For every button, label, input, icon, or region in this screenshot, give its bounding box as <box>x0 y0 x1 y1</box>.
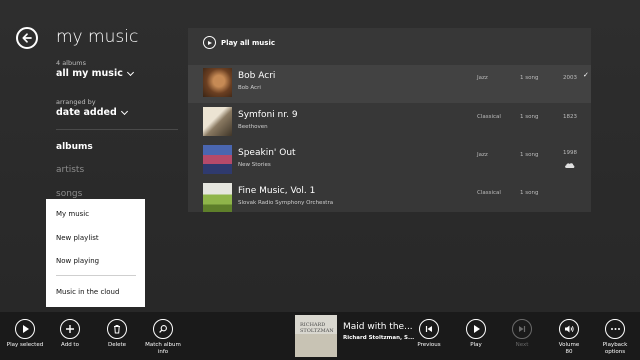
album-artist: Bob Acri <box>238 85 261 91</box>
sort-dropdown[interactable]: date added <box>56 107 128 118</box>
volume-button[interactable]: Volume 80 <box>544 319 594 356</box>
button-label: Play <box>470 342 482 348</box>
album-title: Symfoni nr. 9 <box>238 110 298 120</box>
sort-label: date added <box>56 107 117 118</box>
album-title: Bob Acri <box>238 71 276 81</box>
speaker-icon <box>559 319 579 339</box>
menu-item-music-in-cloud[interactable]: Music in the cloud <box>56 288 119 296</box>
album-genre: Classical <box>477 190 501 196</box>
search-icon <box>153 319 173 339</box>
album-row[interactable]: Bob Acri Bob Acri Jazz 1 song 2003 ✓ <box>188 65 591 103</box>
now-playing-artist: Richard Stoltzman, S... <box>343 335 415 341</box>
cloud-icon <box>565 163 575 168</box>
button-label: Playback options <box>602 342 628 355</box>
now-playing-album-art[interactable]: RICHARD STOLTZMAN <box>295 315 337 357</box>
chevron-down-icon <box>120 107 128 115</box>
menu-divider <box>56 275 136 276</box>
play-icon <box>15 319 35 339</box>
album-genre: Jazz <box>477 152 488 158</box>
play-all-button[interactable]: Play all music <box>203 36 275 49</box>
next-icon <box>512 319 532 339</box>
album-art <box>203 183 232 212</box>
menu-item-new-playlist[interactable]: New playlist <box>56 234 99 242</box>
album-title: Fine Music, Vol. 1 <box>238 186 316 196</box>
album-art <box>203 145 232 174</box>
album-genre: Jazz <box>477 75 488 81</box>
button-label: Play selected <box>6 342 44 348</box>
album-art <box>203 68 232 97</box>
album-artist: Beethoven <box>238 124 268 130</box>
trash-icon <box>107 319 127 339</box>
album-row[interactable]: Symfoni nr. 9 Beethoven Classical 1 song… <box>188 104 591 142</box>
play-selected-button[interactable]: Play selected <box>0 319 50 349</box>
next-button[interactable]: Next <box>497 319 547 349</box>
album-artist: Slovak Radio Symphony Orchestra <box>238 200 334 206</box>
menu-item-my-music[interactable]: My music <box>56 210 89 218</box>
album-year: 1823 <box>563 114 577 120</box>
album-row[interactable]: Speakin' Out New Stories Jazz 1 song 199… <box>188 142 591 180</box>
play-icon <box>203 36 216 49</box>
match-album-info-button[interactable]: Match album info <box>138 319 188 356</box>
filter-label: all my music <box>56 68 123 79</box>
album-art-text: RICHARD STOLTZMAN <box>300 322 334 334</box>
album-year: 1998 <box>563 150 577 156</box>
button-label: Match album info <box>145 342 181 355</box>
page-title: my music <box>56 27 139 47</box>
plus-icon <box>60 319 80 339</box>
back-button[interactable] <box>16 27 38 49</box>
album-genre: Classical <box>477 114 501 120</box>
back-arrow-icon <box>22 33 32 43</box>
checkmark-icon: ✓ <box>583 71 589 79</box>
album-song-count: 1 song <box>520 190 539 196</box>
play-icon <box>466 319 486 339</box>
album-year: 2003 <box>563 75 577 81</box>
button-label: Next <box>515 342 529 348</box>
arranged-by-label: arranged by <box>56 98 96 106</box>
album-song-count: 1 song <box>520 152 539 158</box>
music-app: my music 4 albums all my music arranged … <box>0 0 640 312</box>
button-label: Add to <box>61 342 79 348</box>
previous-icon <box>419 319 439 339</box>
divider <box>56 129 178 130</box>
button-label: Delete <box>107 342 127 348</box>
play-button[interactable]: Play <box>451 319 501 349</box>
button-label: Previous <box>417 342 441 348</box>
album-song-count: 1 song <box>520 75 539 81</box>
menu-item-now-playing[interactable]: Now playing <box>56 257 99 265</box>
album-row[interactable]: Fine Music, Vol. 1 Slovak Radio Symphony… <box>188 180 591 218</box>
add-to-button[interactable]: Add to <box>45 319 95 349</box>
chevron-down-icon <box>126 68 134 76</box>
play-all-label: Play all music <box>221 38 275 47</box>
album-artist: New Stories <box>238 162 271 168</box>
nav-artists[interactable]: artists <box>56 165 84 175</box>
button-label: Volume 80 <box>558 342 580 355</box>
album-list-panel: Play all music Bob Acri Bob Acri Jazz 1 … <box>188 28 591 212</box>
delete-button[interactable]: Delete <box>92 319 142 349</box>
album-count: 4 albums <box>56 59 86 67</box>
nav-songs[interactable]: songs <box>56 189 82 199</box>
album-art <box>203 107 232 136</box>
filter-dropdown[interactable]: all my music <box>56 68 134 79</box>
now-playing-title: Maid with the... <box>343 322 413 332</box>
album-title: Speakin' Out <box>238 148 296 158</box>
nav-albums[interactable]: albums <box>56 142 93 152</box>
album-song-count: 1 song <box>520 114 539 120</box>
playback-options-button[interactable]: Playback options <box>590 319 640 356</box>
more-icon <box>605 319 625 339</box>
navigation-popup-menu: My music New playlist Now playing Music … <box>46 199 145 307</box>
